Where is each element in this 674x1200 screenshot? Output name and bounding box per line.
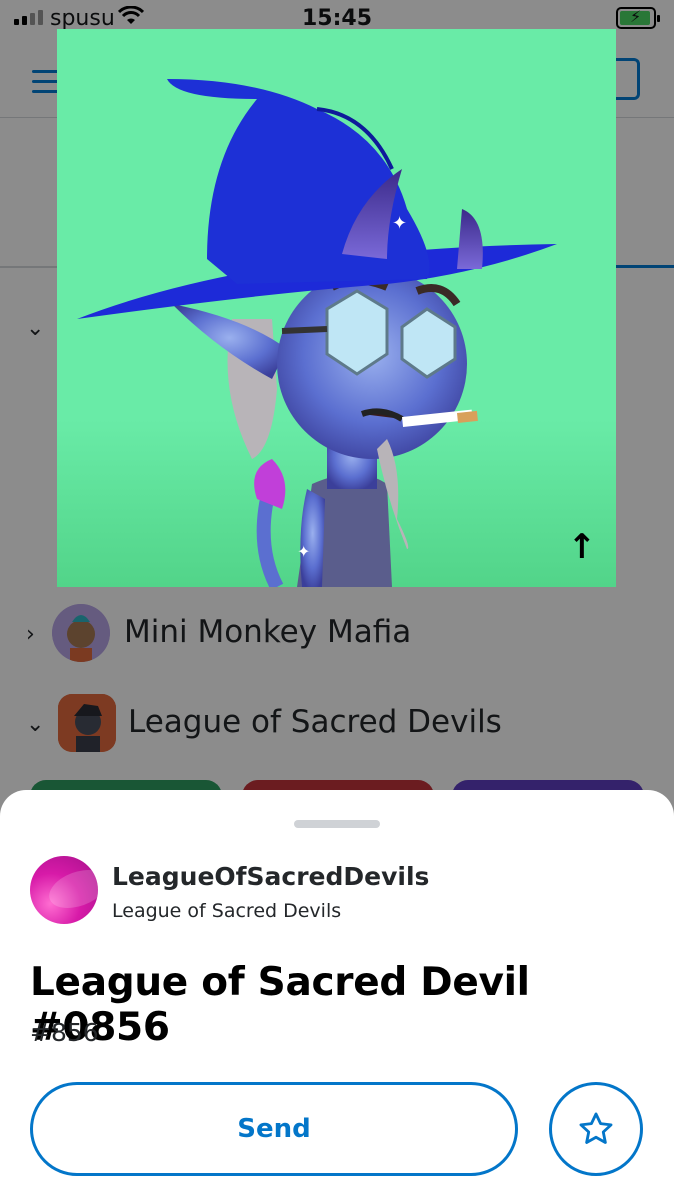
sheet-drag-handle[interactable] — [294, 820, 380, 828]
nft-image: ✦ ✦ ↑ — [57, 29, 616, 587]
nft-title: League of Sacred Devil #0856 — [30, 960, 530, 1050]
arrow-up-icon[interactable]: ↑ — [568, 527, 597, 567]
collection-handle: LeagueOfSacredDevils — [112, 862, 430, 891]
collection-avatar — [30, 856, 98, 924]
nft-token-id: #856 — [30, 1018, 99, 1047]
nft-detail-sheet: LeagueOfSacredDevils League of Sacred De… — [0, 790, 674, 1200]
favorite-button[interactable] — [549, 1082, 643, 1176]
collection-name: League of Sacred Devils — [112, 900, 342, 922]
nft-artwork: ✦ ✦ — [77, 79, 557, 587]
svg-text:✦: ✦ — [392, 213, 407, 234]
send-button[interactable]: Send — [30, 1082, 518, 1176]
svg-text:✦: ✦ — [297, 542, 310, 561]
star-icon — [579, 1112, 613, 1144]
